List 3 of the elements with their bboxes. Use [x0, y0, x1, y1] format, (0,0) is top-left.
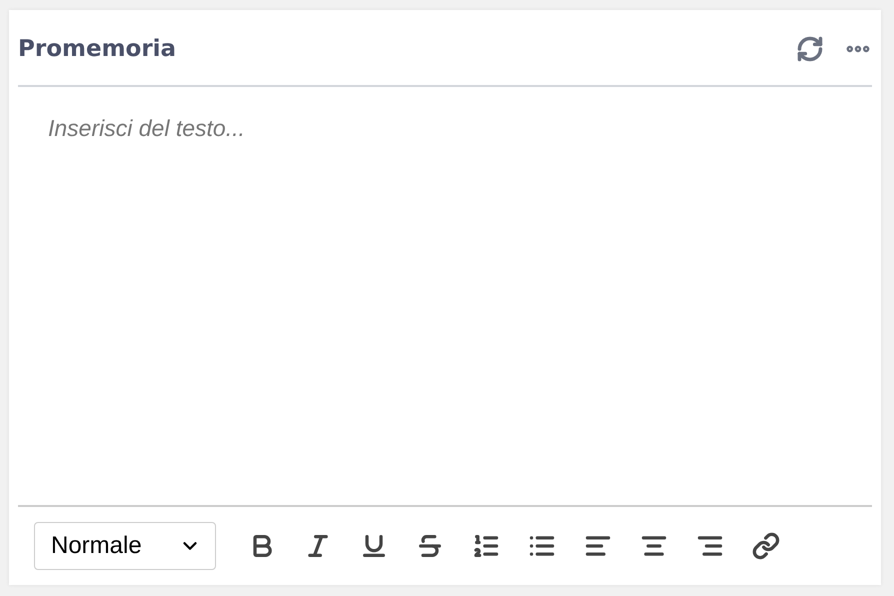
format-select[interactable]: Normale	[34, 522, 216, 570]
widget-title: Promemoria	[18, 36, 176, 62]
refresh-icon[interactable]	[796, 34, 824, 62]
